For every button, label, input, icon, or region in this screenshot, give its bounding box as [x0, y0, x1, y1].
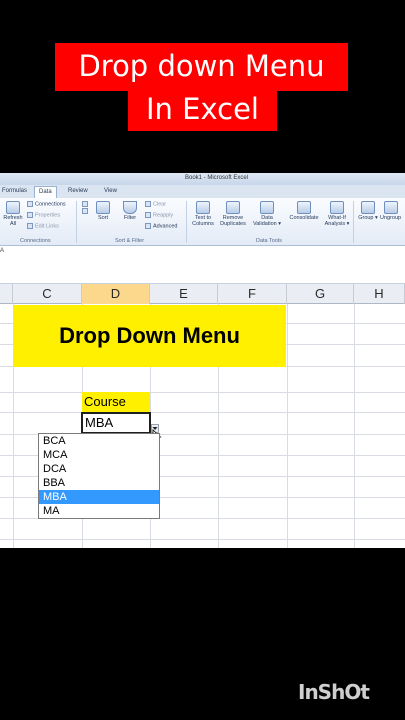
dropdown-option[interactable]: MA: [39, 504, 159, 518]
dropdown-option-selected[interactable]: MBA: [39, 490, 159, 504]
data-validation-icon: [260, 201, 274, 214]
reapply-icon: [145, 212, 151, 218]
validation-label: Validation: [252, 221, 277, 228]
course-input-cell[interactable]: MBA: [81, 412, 151, 434]
sort-label: Sort: [97, 215, 109, 221]
chevron-down-icon: ▾: [375, 215, 378, 221]
dropdown-option[interactable]: BCA: [39, 434, 159, 448]
remove-label: Remove: [222, 215, 244, 221]
inshot-watermark: InShOt: [298, 680, 370, 704]
properties-label: Properties: [35, 212, 61, 219]
what-if-label: What-If: [328, 215, 346, 221]
refresh-all-label: All: [9, 221, 17, 228]
advanced-button[interactable]: Advanced: [145, 223, 177, 230]
columns-label: Columns: [192, 221, 214, 228]
what-if-icon: [330, 201, 344, 214]
group-separator: [353, 201, 354, 243]
dropdown-option[interactable]: BBA: [39, 476, 159, 490]
column-header-c[interactable]: C: [13, 284, 82, 304]
clear-label: Clear: [153, 201, 167, 208]
ribbon: Refresh All Connections Properties Edit …: [0, 198, 405, 246]
column-header-d[interactable]: D: [82, 284, 150, 304]
dropdown-option[interactable]: MCA: [39, 448, 159, 462]
tab-view[interactable]: View: [100, 186, 121, 198]
advanced-label: Advanced: [153, 223, 178, 230]
what-if-analysis-button[interactable]: What-If Analysis ▾: [322, 201, 352, 228]
column-header-g[interactable]: G: [287, 284, 354, 304]
remove-duplicates-button[interactable]: Remove Duplicates: [218, 201, 248, 228]
refresh-icon: [6, 201, 20, 214]
filter-button[interactable]: Filter: [119, 201, 141, 221]
group-icon: [361, 201, 375, 214]
clear-button[interactable]: Clear: [145, 201, 166, 208]
chevron-down-icon: ▾: [346, 221, 350, 228]
refresh-label: Refresh: [3, 215, 23, 221]
edit-links-button[interactable]: Edit Links: [27, 223, 59, 230]
formula-bar: A: [0, 246, 405, 284]
connections-icon: [27, 201, 33, 207]
clear-icon: [145, 201, 151, 207]
column-header-e[interactable]: E: [150, 284, 218, 304]
ungroup-icon: [384, 201, 398, 214]
group-label: Group: [358, 215, 374, 221]
ungroup-label: Ungroup: [380, 215, 402, 221]
filter-icon: [123, 201, 137, 214]
reapply-button[interactable]: Reapply: [145, 212, 173, 219]
duplicates-label: Duplicates: [220, 221, 246, 228]
video-title-line1: Drop down Menu: [55, 43, 348, 91]
group-separator: [186, 201, 187, 243]
text-to-columns-button[interactable]: Text to Columns: [189, 201, 217, 228]
data-label: Data: [261, 215, 273, 221]
edit-links-icon: [27, 223, 33, 229]
connections-button[interactable]: Connections: [27, 201, 66, 208]
column-header-h[interactable]: H: [354, 284, 405, 304]
course-label-cell[interactable]: Course: [82, 392, 150, 412]
column-header-partial[interactable]: [0, 284, 13, 304]
column-headers: C D E F G H: [0, 284, 405, 304]
consolidate-icon: [297, 201, 311, 214]
properties-icon: [27, 212, 33, 218]
properties-button[interactable]: Properties: [27, 212, 60, 219]
ribbon-tab-bar: Formulas Data Review View: [0, 185, 405, 198]
tab-data[interactable]: Data: [34, 186, 57, 198]
edit-links-label: Edit Links: [35, 223, 59, 230]
sort-az-icon: [82, 201, 88, 207]
sort-icon: [96, 201, 110, 214]
column-header-f[interactable]: F: [218, 284, 287, 304]
refresh-all-button[interactable]: Refresh All: [1, 201, 25, 228]
text-to-columns-icon: [196, 201, 210, 214]
group-label-data-tools: Data Tools: [256, 238, 282, 244]
consolidate-button[interactable]: Consolidate: [286, 201, 322, 221]
chevron-down-icon: ▾: [278, 221, 282, 228]
window-titlebar: Book1 - Microsoft Excel: [0, 173, 405, 185]
sort-button[interactable]: Sort: [93, 201, 113, 221]
course-dropdown-list[interactable]: BCA MCA DCA BBA MBA MA: [38, 433, 160, 519]
ungroup-button[interactable]: Ungroup: [380, 201, 405, 221]
group-button[interactable]: Group ▾: [356, 201, 380, 221]
connections-label: Connections: [35, 201, 66, 208]
video-title-line2: In Excel: [128, 89, 277, 131]
reapply-label: Reapply: [153, 212, 174, 219]
consolidate-label: Consolidate: [289, 215, 319, 221]
sort-za-icon: [82, 207, 88, 214]
sheet-banner: Drop Down Menu: [13, 305, 286, 367]
group-separator: [76, 201, 77, 243]
group-label-sort-filter: Sort & Filter: [115, 238, 145, 244]
filter-label: Filter: [123, 215, 137, 221]
group-label-connections: Connections: [20, 238, 51, 244]
remove-duplicates-icon: [226, 201, 240, 214]
tab-review[interactable]: Review: [64, 186, 92, 198]
dropdown-option[interactable]: DCA: [39, 462, 159, 476]
excel-window: Book1 - Microsoft Excel Formulas Data Re…: [0, 173, 405, 548]
tab-formulas[interactable]: Formulas: [0, 186, 31, 198]
window-title: Book1 - Microsoft Excel: [185, 175, 249, 181]
sort-az-button[interactable]: [79, 201, 93, 215]
advanced-icon: [145, 223, 151, 229]
data-validation-button[interactable]: Data Validation ▾: [249, 201, 285, 228]
name-box[interactable]: A: [0, 248, 4, 254]
analysis-label: Analysis: [324, 221, 346, 228]
text-to-label: Text to: [194, 215, 212, 221]
